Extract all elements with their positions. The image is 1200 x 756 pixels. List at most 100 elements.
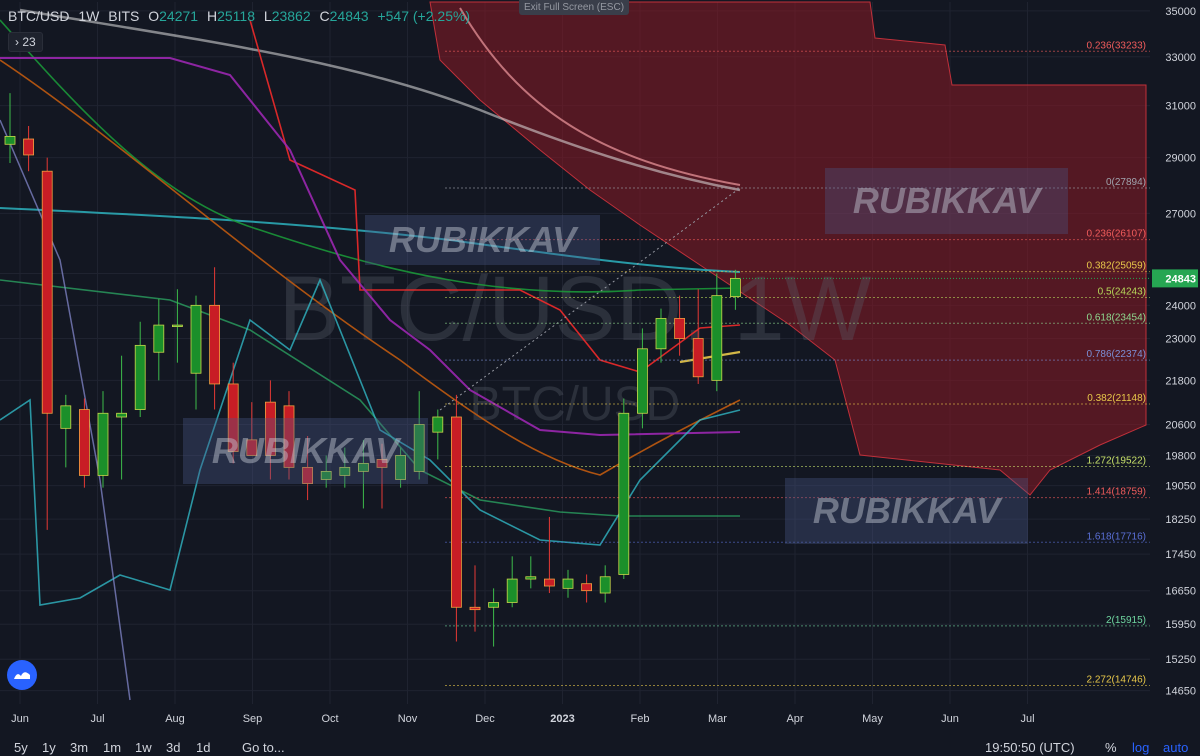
- price-tick-label: 15250: [1165, 654, 1196, 666]
- exchange: BITS: [108, 8, 140, 24]
- candle-body: [209, 304, 221, 385]
- time-tick-label: Jun: [941, 713, 959, 725]
- clock-time: 19:50:50 (UTC): [985, 740, 1075, 755]
- bottom-toolbar: 5y 1y 3m 1m 1w 3d 1d Go to... 19:50:50 (…: [0, 736, 1200, 756]
- time-tick-label: Dec: [475, 713, 495, 725]
- price-tick-label: 27000: [1165, 208, 1196, 220]
- candle-body: [60, 405, 72, 429]
- candle-body: [450, 416, 462, 608]
- price-tick-label: 23000: [1165, 334, 1196, 346]
- timeframe-1w-button[interactable]: 1w: [135, 740, 152, 755]
- indicators-toggle-button[interactable]: › 23: [8, 32, 43, 52]
- price-tick-label: 29000: [1165, 153, 1196, 165]
- price-tick-label: 17450: [1165, 549, 1196, 561]
- candle-body: [134, 344, 146, 410]
- candle-body: [544, 578, 555, 587]
- price-chart[interactable]: BTC/USD, 1W BTC/USD 0.236(33233) 0(27894)…: [0, 0, 1200, 756]
- candle-body: [655, 318, 667, 350]
- close-label: C: [319, 8, 330, 24]
- time-tick-label: Aug: [165, 713, 185, 725]
- exit-fullscreen-button[interactable]: Exit Full Screen (ESC): [519, 0, 630, 15]
- change-value: +547 (+2.25%): [377, 8, 471, 24]
- candle-body: [23, 138, 35, 156]
- symbol[interactable]: BTC/USD: [8, 8, 69, 24]
- fib-label: 2(15915): [1106, 615, 1146, 626]
- price-tick-label: 19800: [1165, 450, 1196, 462]
- symbol-watermark: BTC/USD, 1W BTC/USD: [279, 258, 872, 431]
- price-tick-label: 31000: [1165, 101, 1196, 113]
- brand-watermark-text: RUBIKKAV: [853, 180, 1043, 221]
- timeframe-1d-button[interactable]: 1d: [196, 740, 210, 755]
- price-tick-label: 35000: [1165, 6, 1196, 18]
- candle-body: [599, 576, 611, 594]
- time-tick-label: Feb: [631, 713, 650, 725]
- timeframe-3m-button[interactable]: 3m: [70, 740, 88, 755]
- tradingview-logo-icon[interactable]: [7, 660, 37, 690]
- fib-label: 0.786(22374): [1087, 349, 1147, 360]
- fib-label: 2.272(14746): [1087, 674, 1147, 685]
- brand-watermark-text: RUBIKKAV: [212, 430, 402, 471]
- time-tick-label: Jun: [11, 713, 29, 725]
- high-value: 25118: [217, 8, 255, 24]
- fib-label: 0.382(25059): [1087, 261, 1147, 272]
- price-tick-label: 18250: [1165, 514, 1196, 526]
- timeframe-1y-button[interactable]: 1y: [42, 740, 56, 755]
- time-tick-label: 2023: [550, 713, 574, 725]
- timeframe-5y-button[interactable]: 5y: [14, 740, 28, 755]
- candle-body: [432, 416, 444, 433]
- candle-body: [97, 412, 109, 476]
- current-price-label: 24843: [1165, 273, 1196, 285]
- time-tick-label: Apr: [786, 713, 803, 725]
- auto-scale-button[interactable]: auto: [1163, 740, 1188, 755]
- fib-label: 0.382(21148): [1087, 393, 1146, 404]
- goto-date-button[interactable]: Go to...: [242, 740, 285, 755]
- candle-body: [469, 606, 481, 611]
- low-label: L: [263, 8, 272, 24]
- percent-scale-button[interactable]: %: [1105, 740, 1117, 755]
- candle-body: [618, 412, 630, 575]
- close-value: 24843: [329, 8, 369, 24]
- candle-body: [637, 348, 648, 414]
- watermark-main: BTC/USD, 1W: [279, 258, 872, 360]
- candle-body: [730, 277, 741, 297]
- fib-label: 1.272(19522): [1087, 455, 1147, 466]
- candle-body: [692, 338, 704, 378]
- timeframe-1m-button[interactable]: 1m: [103, 740, 121, 755]
- price-tick-label: 15950: [1165, 619, 1196, 631]
- time-tick-label: Jul: [1020, 713, 1034, 725]
- timeframe-3d-button[interactable]: 3d: [166, 740, 180, 755]
- time-axis[interactable]: Jun Jul Aug Sep Oct Nov Dec 2023 Feb Mar Apr May Jun…: [0, 704, 1200, 736]
- price-tick-label: 20600: [1165, 420, 1196, 432]
- fib-label: 1.618(17716): [1087, 531, 1147, 542]
- fib-label: 0.236(26107): [1087, 229, 1147, 240]
- open-value: 24271: [159, 8, 199, 24]
- candle-body: [506, 578, 518, 603]
- interval[interactable]: 1W: [78, 8, 99, 24]
- price-tick-label: 33000: [1165, 52, 1196, 64]
- candle-body: [190, 304, 202, 374]
- candle-body: [711, 295, 723, 381]
- fib-label: 0.5(24243): [1098, 286, 1146, 297]
- low-value: 23862: [271, 8, 311, 24]
- fib-label: 0(27894): [1106, 177, 1146, 188]
- fib-label: 0.618(23454): [1087, 312, 1147, 323]
- chart-header: BTC/USD 1W BITS O24271 H25118 L23862 C24…: [8, 8, 475, 24]
- time-tick-label: Mar: [708, 713, 727, 725]
- price-tick-label: 21800: [1165, 375, 1196, 387]
- open-label: O: [148, 8, 160, 24]
- price-tick-label: 16650: [1165, 586, 1196, 598]
- brand-watermark-text: RUBIKKAV: [389, 219, 579, 260]
- candle-body: [525, 576, 537, 580]
- candle-body: [674, 318, 685, 339]
- log-scale-button[interactable]: log: [1132, 740, 1149, 755]
- time-tick-label: Nov: [398, 713, 418, 725]
- high-label: H: [206, 8, 218, 24]
- fib-label: 1.414(18759): [1087, 487, 1147, 498]
- time-tick-label: Jul: [90, 713, 104, 725]
- candle-body: [41, 170, 53, 414]
- candle-body: [581, 583, 592, 592]
- candle-body: [79, 409, 90, 476]
- candle-body: [153, 324, 165, 353]
- brand-watermark-text: RUBIKKAV: [813, 490, 1003, 531]
- time-tick-label: May: [862, 713, 883, 725]
